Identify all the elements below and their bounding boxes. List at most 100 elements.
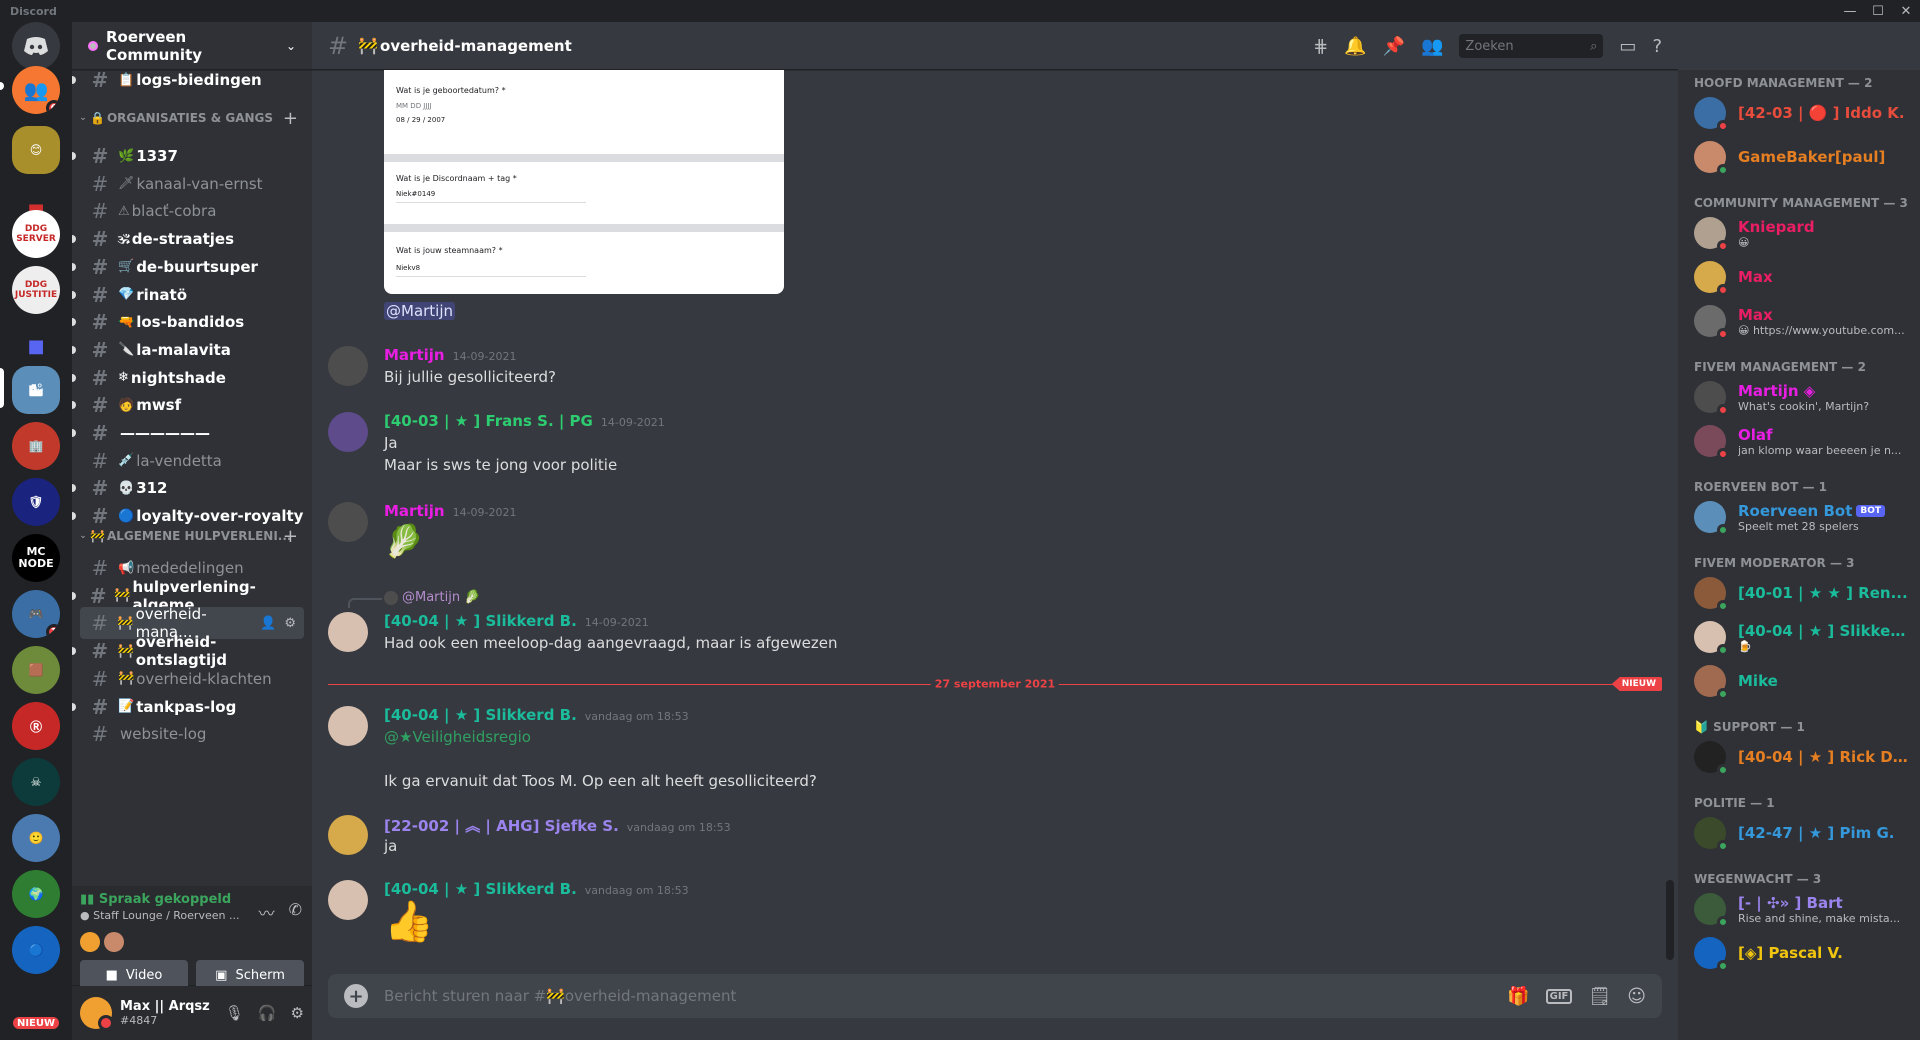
member-item[interactable]: [40-01 | ★ ★ ] Ren...: [1686, 572, 1912, 614]
inbox-icon[interactable]: ▭: [1619, 36, 1636, 57]
scrollbar[interactable]: [1666, 70, 1674, 960]
pin-icon[interactable]: 📌: [1383, 36, 1405, 57]
home-button[interactable]: [12, 22, 60, 70]
microphone-icon[interactable]: 🎙: [225, 1004, 244, 1022]
member-item[interactable]: Max 😀 https://www.youtube.com...: [1686, 300, 1912, 342]
channel-item[interactable]: # 🛒 de-buurtsuper: [72, 251, 304, 283]
avatar[interactable]: [328, 706, 368, 746]
lock-icon: 🔒: [90, 111, 105, 125]
guild-header[interactable]: Roerveen Community ⌄: [72, 22, 312, 70]
member-item[interactable]: [- | ✣» ] Bart Rise and shine, make mista…: [1686, 888, 1912, 930]
member-item[interactable]: Olaf jan klomp waar beeeen je n...: [1686, 420, 1912, 462]
threads-icon[interactable]: ⋕: [1313, 36, 1328, 57]
logo-icon: Ⓡ: [29, 719, 42, 734]
channel-logs-biedingen[interactable]: # 📋 logs-biedingen: [72, 70, 304, 96]
user-mention[interactable]: @Martijn: [384, 302, 456, 320]
add-channel-icon[interactable]: +: [283, 108, 298, 129]
member-item[interactable]: Max: [1686, 256, 1912, 298]
sticker-icon[interactable]: 🗒: [1588, 986, 1611, 1007]
headphones-icon[interactable]: 🎧: [258, 1004, 277, 1022]
server-icon-10[interactable]: ☠: [12, 758, 60, 806]
avatar[interactable]: [80, 932, 100, 952]
server-folder-blue[interactable]: ■: [12, 322, 60, 370]
minimize-button[interactable]: —: [1836, 0, 1864, 22]
new-servers-pill[interactable]: NIEUW: [10, 1014, 62, 1032]
channel-emoji: 🚧: [358, 36, 379, 55]
gift-icon[interactable]: 🎁: [1507, 986, 1529, 1007]
member-item[interactable]: GameBaker[paul]: [1686, 136, 1912, 178]
avatar[interactable]: [328, 880, 368, 920]
attach-plus-icon[interactable]: +: [344, 984, 368, 1008]
member-item[interactable]: [40-04 | ★ ] Rick D...: [1686, 736, 1912, 778]
scrollbar-thumb[interactable]: [1666, 880, 1674, 960]
member-item[interactable]: [◈] Pascal V.: [1686, 932, 1912, 974]
author-name[interactable]: [40-03 | ★ ] Frans S. | PG: [384, 412, 593, 430]
channel-item[interactable]: # 🚧 overheid-klachten: [80, 663, 304, 695]
member-info: GameBaker[paul]: [1738, 148, 1885, 166]
disconnect-icon[interactable]: ✆: [289, 900, 302, 924]
server-roerveen[interactable]: 🏙: [12, 366, 60, 414]
author-name[interactable]: [40-04 | ★ ] Slikkerd B.: [384, 880, 577, 898]
category-label: ORGANISATIES & GANGS: [106, 111, 274, 125]
channel-title: overheid-management: [380, 36, 572, 55]
avatar[interactable]: [80, 997, 114, 1031]
direct-messages-button[interactable]: 👥 6: [12, 66, 60, 114]
member-item[interactable]: Kniepard 😀: [1686, 212, 1912, 254]
emoji-icon[interactable]: ☺: [1627, 986, 1646, 1007]
server-minecraft[interactable]: 🟫: [12, 646, 60, 694]
search-input[interactable]: Zoeken ⌕: [1459, 34, 1604, 58]
user-info[interactable]: Max || Arqsz #4847: [120, 999, 225, 1027]
author-name[interactable]: [40-04 | ★ ] Slikkerd B.: [384, 706, 577, 724]
server-ddg[interactable]: DDG SERVER: [12, 210, 60, 258]
avatar[interactable]: [328, 412, 368, 452]
avatar[interactable]: [104, 932, 124, 952]
member-item[interactable]: [40-04 | ★ ] Slikkerd B.🍺: [1686, 616, 1912, 658]
server-icon-4[interactable]: 🏢: [12, 422, 60, 470]
gear-icon[interactable]: ⚙: [284, 616, 296, 631]
form-screenshot-attachment[interactable]: Wat is je geboortedatum? * MM DD JJJJ 08…: [384, 70, 784, 294]
avatar[interactable]: [328, 612, 368, 652]
reply-reference[interactable]: @Martijn 🥬: [384, 590, 480, 605]
member-item[interactable]: Mike: [1686, 660, 1912, 702]
server-icon-7[interactable]: 🎮 1: [12, 590, 60, 638]
avatar[interactable]: [328, 815, 368, 855]
member-item[interactable]: [42-03 | 🔴 ] Iddo K.: [1686, 92, 1912, 134]
channel-item[interactable]: # website-log: [80, 718, 304, 750]
member-item[interactable]: Martijn ◈ What's cookin', Martijn?: [1686, 376, 1912, 418]
avatar: [1694, 97, 1729, 132]
bell-icon[interactable]: 🔔: [1344, 36, 1366, 57]
gear-icon[interactable]: ⚙: [291, 1004, 304, 1022]
server-ddg-justitie[interactable]: DDG JUSTITIE: [12, 266, 60, 314]
author-name[interactable]: Martijn: [384, 502, 445, 520]
role-mention[interactable]: @★Veiligheidsregio: [384, 728, 531, 746]
hash-icon: #: [91, 254, 109, 279]
maximize-button[interactable]: ☐: [1864, 0, 1892, 22]
member-item[interactable]: Roerveen Bot BOT Speelt met 28 spelers: [1686, 496, 1912, 538]
avatar: [1694, 741, 1729, 776]
server-icon-13[interactable]: 🔵: [12, 926, 60, 974]
author-name[interactable]: Martijn: [384, 346, 445, 364]
server-mc-node[interactable]: MC NODE: [12, 534, 60, 582]
avatar[interactable]: [328, 502, 368, 542]
server-icon-5[interactable]: 🛡: [12, 478, 60, 526]
voice-channel-name[interactable]: ● Staff Lounge / Roerveen ...: [80, 909, 239, 922]
help-icon[interactable]: ?: [1652, 36, 1662, 57]
server-icon-12[interactable]: 🌍: [12, 870, 60, 918]
member-item[interactable]: [42-47 | ★ ] Pim G.: [1686, 812, 1912, 854]
gif-icon[interactable]: GIF: [1545, 988, 1573, 1004]
author-name[interactable]: [40-04 | ★ ] Slikkerd B.: [384, 612, 577, 630]
channel-label: de-straatjes: [131, 230, 234, 249]
server-icon-9[interactable]: Ⓡ: [12, 702, 60, 750]
server-icon-11[interactable]: 🙂: [12, 814, 60, 862]
invite-icon[interactable]: 👤: [260, 616, 276, 631]
members-icon[interactable]: 👥: [1421, 36, 1443, 57]
category-algemene-hulpverlening[interactable]: ⌄ 🚧 ALGEMENE HULPVERLENI... +: [72, 524, 312, 548]
author-name[interactable]: [22-002 | ︽ | AHG] Sjefke S.: [384, 815, 619, 836]
category-organisaties[interactable]: ⌄ 🔒 ORGANISATIES & GANGS +: [72, 106, 312, 130]
message-composer[interactable]: + Bericht sturen naar #🚧overheid-managem…: [328, 974, 1662, 1018]
add-channel-icon[interactable]: +: [283, 526, 298, 547]
close-button[interactable]: ✕: [1892, 0, 1920, 22]
avatar[interactable]: [328, 346, 368, 386]
server-icon-1[interactable]: 😊: [12, 126, 60, 174]
noise-suppression-icon[interactable]: 〰: [259, 900, 275, 924]
